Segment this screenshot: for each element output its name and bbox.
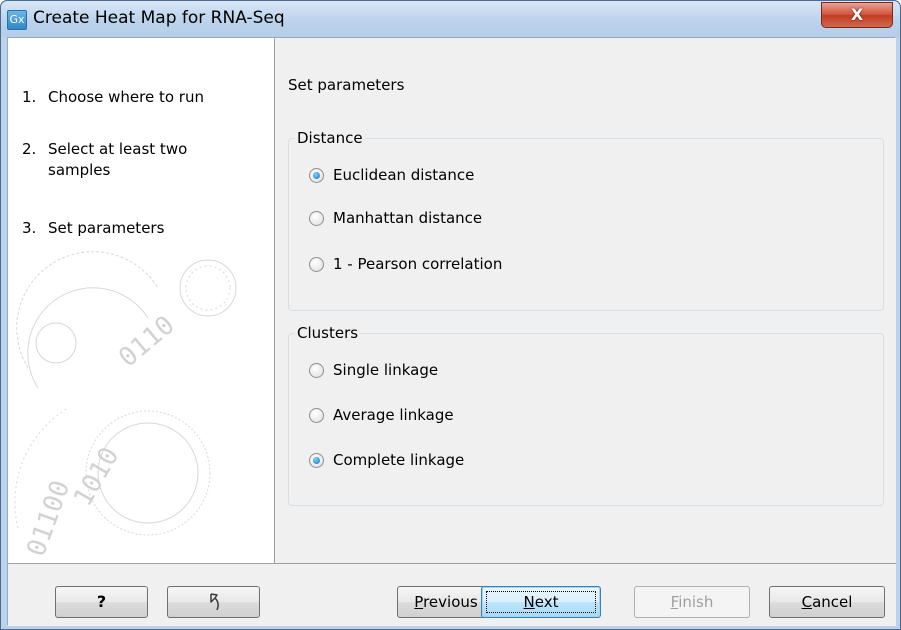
radio-button[interactable] — [309, 408, 324, 423]
app-icon: Gx — [7, 10, 27, 30]
svg-text:1010: 1010 — [68, 442, 125, 511]
radio-button[interactable] — [309, 363, 324, 378]
clusters-legend: Clusters — [295, 324, 361, 342]
focus-ring — [486, 591, 596, 613]
window-title: Create Heat Map for RNA-Seq — [33, 8, 285, 28]
finish-button[interactable]: Finish — [634, 586, 750, 618]
radio-label[interactable]: Manhattan distance — [333, 209, 482, 227]
section-title: Set parameters — [288, 76, 405, 94]
radio-label[interactable]: Single linkage — [333, 361, 438, 379]
button-label: revious — [423, 593, 478, 611]
clusters-group: Clusters Single linkage Average linkage … — [288, 324, 884, 506]
radio-label[interactable]: Average linkage — [333, 406, 454, 424]
mnemonic: P — [414, 593, 424, 611]
step-label: Select at least two samples — [48, 140, 188, 179]
decorative-watermark: 0110 01100 1010 — [14, 251, 237, 561]
step-number: 2. — [22, 140, 37, 158]
reset-arrow-icon — [209, 593, 219, 611]
dialog-window: Gx Create Heat Map for RNA-Seq X 1. Choo… — [0, 0, 901, 630]
radio-button[interactable] — [309, 211, 324, 226]
radio-button-checked[interactable] — [309, 168, 324, 183]
dialog-body: 1. Choose where to run 2. Select at leas… — [7, 37, 896, 626]
button-bar: ? Previous Next Finish Cancel — [8, 563, 896, 626]
title-bar[interactable]: Gx Create Heat Map for RNA-Seq X — [1, 1, 900, 37]
button-label: ancel — [812, 593, 853, 611]
distance-group: Distance Euclidean distance Manhattan di… — [288, 129, 884, 311]
radio-label[interactable]: 1 - Pearson correlation — [333, 255, 502, 273]
parameters-panel: Set parameters Distance Euclidean distan… — [276, 38, 896, 563]
help-button[interactable]: ? — [55, 586, 148, 618]
step-number: 1. — [22, 88, 37, 106]
button-label: inish — [678, 593, 714, 611]
radio-button-checked[interactable] — [309, 453, 324, 468]
distance-legend: Distance — [295, 129, 365, 147]
wizard-steps-panel: 1. Choose where to run 2. Select at leas… — [8, 38, 275, 563]
radio-label[interactable]: Complete linkage — [333, 451, 464, 469]
cancel-button[interactable]: Cancel — [769, 586, 885, 618]
next-button[interactable]: Next — [481, 586, 601, 618]
close-button[interactable]: X — [821, 2, 893, 28]
reset-button[interactable] — [167, 586, 260, 618]
svg-text:0110: 0110 — [113, 310, 180, 373]
step-label: Choose where to run — [48, 88, 204, 106]
radio-button[interactable] — [309, 257, 324, 272]
svg-text:01100: 01100 — [21, 477, 76, 561]
radio-label[interactable]: Euclidean distance — [333, 166, 474, 184]
mnemonic: C — [801, 593, 813, 611]
